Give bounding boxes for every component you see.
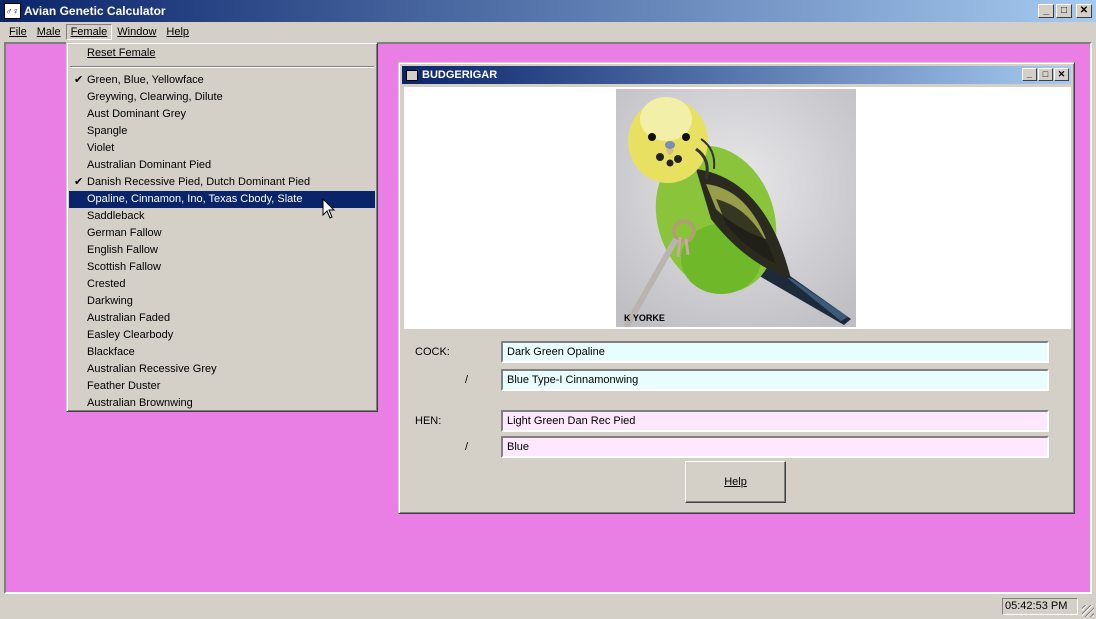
female-menu-item[interactable]: Australian Dominant Pied bbox=[69, 157, 375, 174]
menu-separator bbox=[70, 66, 374, 68]
female-menu-item[interactable]: Spangle bbox=[69, 123, 375, 140]
minimize-button[interactable]: _ bbox=[1038, 4, 1054, 18]
female-menu-item[interactable]: Greywing, Clearwing, Dilute bbox=[69, 89, 375, 106]
female-menu-item-label: Crested bbox=[87, 278, 126, 290]
window-icon bbox=[406, 69, 418, 81]
app-gender-icon: ♂♀ bbox=[4, 3, 21, 19]
female-menu-item[interactable]: ✔ Danish Recessive Pied, Dutch Dominant P… bbox=[69, 174, 375, 191]
female-menu-item[interactable]: English Fallow bbox=[69, 242, 375, 259]
female-menu-item-label: Blackface bbox=[87, 346, 135, 358]
female-menu-item[interactable]: Violet bbox=[69, 140, 375, 157]
female-menu-item[interactable]: Blackface bbox=[69, 344, 375, 361]
female-menu-item-label: Feather Duster bbox=[87, 380, 161, 392]
female-menu-item[interactable]: Scottish Fallow bbox=[69, 259, 375, 276]
hen-label: HEN: bbox=[415, 415, 442, 427]
female-menu-item[interactable]: Feather Duster bbox=[69, 378, 375, 395]
hen-genotype-field[interactable]: Light Green Dan Rec Pied bbox=[501, 410, 1049, 432]
female-menu-item[interactable]: Crested bbox=[69, 276, 375, 293]
child-minimize-button[interactable]: _ bbox=[1022, 68, 1037, 81]
checkmark-icon: ✔ bbox=[74, 176, 84, 188]
hen-split-slash: / bbox=[465, 441, 469, 453]
female-menu-item-label: Aust Dominant Grey bbox=[87, 108, 187, 120]
menu-file[interactable]: File bbox=[4, 24, 32, 40]
close-button[interactable]: ✕ bbox=[1076, 4, 1092, 18]
female-menu-item-label: English Fallow bbox=[87, 244, 158, 256]
app-title: Avian Genetic Calculator bbox=[24, 4, 166, 18]
female-menu-item[interactable]: Aust Dominant Grey bbox=[69, 106, 375, 123]
female-menu-item-label: Australian Recessive Grey bbox=[87, 363, 217, 375]
cock-label: COCK: bbox=[415, 346, 450, 358]
female-menu-item-label: Greywing, Clearwing, Dilute bbox=[87, 91, 223, 103]
female-menu-item[interactable]: Australian Brownwing bbox=[69, 395, 375, 412]
female-menu-item-label: Violet bbox=[87, 142, 115, 154]
menu-window[interactable]: Window bbox=[112, 24, 161, 40]
female-menu-item-label: Australian Dominant Pied bbox=[87, 159, 212, 171]
female-menu-item[interactable]: Australian Recessive Grey bbox=[69, 361, 375, 378]
female-menu-item-label: Saddleback bbox=[87, 210, 145, 222]
budgerigar-title-bar[interactable]: BUDGERIGAR _ □ ✕ bbox=[402, 66, 1071, 84]
female-menu-item-label: Opaline, Cinnamon, Ino, Texas Cbody, Sla… bbox=[87, 193, 303, 205]
menu-female[interactable]: Female bbox=[65, 24, 113, 40]
help-button[interactable]: Help bbox=[685, 461, 786, 503]
maximize-button[interactable]: □ bbox=[1056, 4, 1072, 18]
female-menu-item-label: Easley Clearbody bbox=[87, 329, 174, 341]
status-clock: 05:42:53 PM bbox=[1002, 598, 1078, 615]
resize-grip[interactable] bbox=[1082, 605, 1094, 617]
female-menu-item[interactable]: Australian Faded bbox=[69, 310, 375, 327]
child-maximize-button[interactable]: □ bbox=[1038, 68, 1053, 81]
app-title-bar[interactable]: ♂♀ Avian Genetic Calculator _ □ ✕ bbox=[0, 0, 1096, 22]
budgerigar-window: BUDGERIGAR _ □ ✕ K YORKE COCK: Dark Gree… bbox=[398, 62, 1075, 514]
female-menu-item-label: Spangle bbox=[87, 125, 128, 137]
female-menu-item-label: Australian Faded bbox=[87, 312, 171, 324]
checkmark-icon: ✔ bbox=[74, 74, 84, 86]
budgerigar-title: BUDGERIGAR bbox=[422, 69, 498, 81]
menu-bar: File Male Female Window Help bbox=[0, 22, 1096, 42]
female-menu-item-label: Australian Brownwing bbox=[87, 397, 193, 409]
cock-split-field[interactable]: Blue Type-I Cinnamonwing bbox=[501, 369, 1049, 391]
menu-item-reset-female[interactable]: Reset Female bbox=[69, 45, 375, 62]
female-menu-item[interactable]: ✔ Green, Blue, Yellowface bbox=[69, 72, 375, 89]
budgerigar-photo: K YORKE bbox=[616, 89, 856, 327]
photo-panel: K YORKE bbox=[404, 87, 1071, 329]
female-menu-item-label: Scottish Fallow bbox=[87, 261, 161, 273]
child-close-button[interactable]: ✕ bbox=[1054, 68, 1069, 81]
cock-genotype-field[interactable]: Dark Green Opaline bbox=[501, 341, 1049, 363]
hen-split-field[interactable]: Blue bbox=[501, 436, 1049, 458]
female-menu-item-label: German Fallow bbox=[87, 227, 162, 239]
photo-credit: K YORKE bbox=[624, 313, 665, 323]
mouse-cursor-icon bbox=[322, 198, 336, 219]
female-menu-item-label: Darkwing bbox=[87, 295, 133, 307]
female-menu-item-label: Danish Recessive Pied, Dutch Dominant Pi… bbox=[87, 176, 311, 188]
cock-split-slash: / bbox=[465, 374, 469, 386]
female-menu-item[interactable]: German Fallow bbox=[69, 225, 375, 242]
menu-male[interactable]: Male bbox=[32, 24, 66, 40]
menu-help[interactable]: Help bbox=[161, 24, 194, 40]
female-menu-item[interactable]: Easley Clearbody bbox=[69, 327, 375, 344]
status-bar: 05:42:53 PM bbox=[0, 596, 1096, 619]
female-menu-item[interactable]: Darkwing bbox=[69, 293, 375, 310]
female-menu-dropdown: Reset Female ✔ Green, Blue, Yellowface Gre… bbox=[66, 42, 378, 412]
female-menu-item-label: Green, Blue, Yellowface bbox=[87, 74, 204, 86]
